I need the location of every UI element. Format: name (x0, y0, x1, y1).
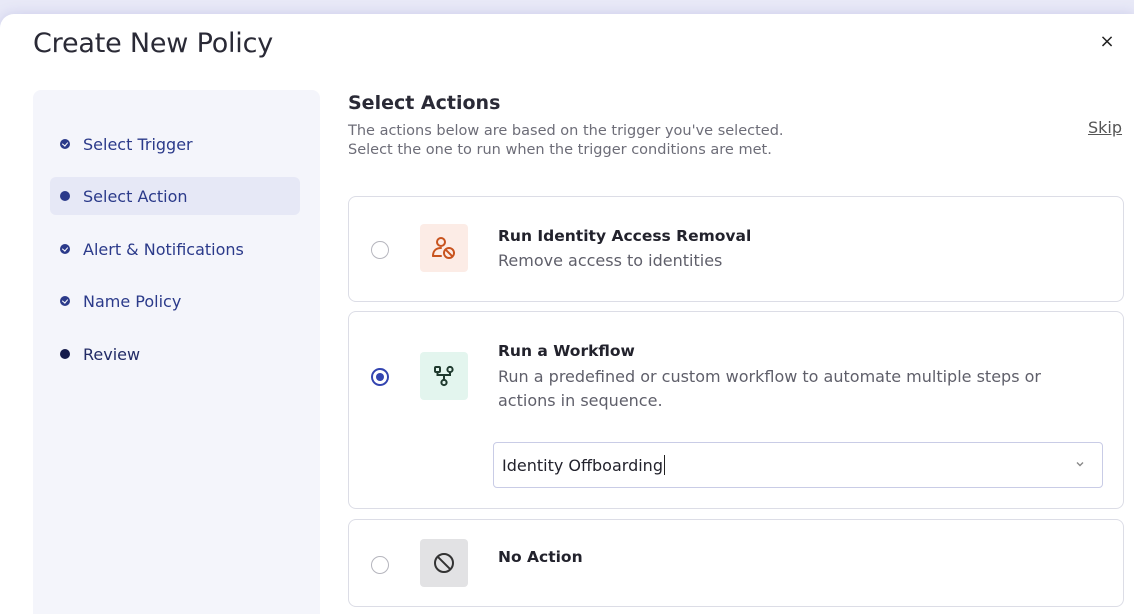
action-description: Run a predefined or custom workflow to a… (498, 367, 1041, 410)
action-radio-no-action[interactable] (371, 556, 389, 574)
action-card-identity-removal[interactable]: Run Identity Access Removal Remove acces… (348, 196, 1124, 302)
action-title: Run a Workflow (498, 342, 635, 360)
create-policy-modal: Create New Policy × Select Trigger Selec… (0, 14, 1134, 614)
step-label: Review (83, 344, 141, 364)
step-select-action[interactable]: Select Action (50, 177, 300, 215)
pending-step-dot-icon (60, 349, 70, 359)
close-button[interactable]: × (1097, 32, 1117, 52)
step-label: Name Policy (83, 291, 182, 311)
check-circle-icon (60, 139, 70, 149)
workflow-select[interactable]: Identity Offboarding (493, 442, 1103, 488)
modal-title: Create New Policy (33, 28, 274, 59)
step-label: Select Trigger (83, 134, 193, 154)
action-card-no-action[interactable]: No Action (348, 519, 1124, 607)
chevron-down-icon (1076, 462, 1084, 467)
description-line: The actions below are based on the trigg… (348, 123, 784, 139)
skip-link[interactable]: Skip (1088, 118, 1122, 137)
workflow-select-value: Identity Offboarding (502, 455, 663, 475)
section-title: Select Actions (348, 92, 501, 114)
action-description: Remove access to identities (498, 251, 723, 270)
workflow-icon (420, 352, 468, 400)
action-radio-workflow[interactable] (371, 368, 389, 386)
step-name-policy[interactable]: Name Policy (50, 282, 300, 320)
action-radio-identity-removal[interactable] (371, 241, 389, 259)
step-select-trigger[interactable]: Select Trigger (50, 125, 300, 163)
section-description: The actions below are based on the trigg… (348, 122, 908, 160)
user-remove-icon (420, 224, 468, 272)
description-line: Select the one to run when the trigger c… (348, 142, 772, 158)
action-title: Run Identity Access Removal (498, 227, 752, 245)
action-card-workflow[interactable]: Run a Workflow Run a predefined or custo… (348, 311, 1124, 509)
step-label: Alert & Notifications (83, 239, 244, 259)
action-title: No Action (498, 548, 583, 566)
current-step-dot-icon (60, 191, 70, 201)
step-alert-notifications[interactable]: Alert & Notifications (50, 230, 300, 268)
check-circle-icon (60, 296, 70, 306)
steps-sidebar: Select Trigger Select Action Alert & Not… (33, 90, 320, 614)
check-circle-icon (60, 244, 70, 254)
text-cursor (663, 455, 665, 475)
step-review[interactable]: Review (50, 335, 300, 373)
no-action-icon (420, 539, 468, 587)
step-label: Select Action (83, 186, 188, 206)
